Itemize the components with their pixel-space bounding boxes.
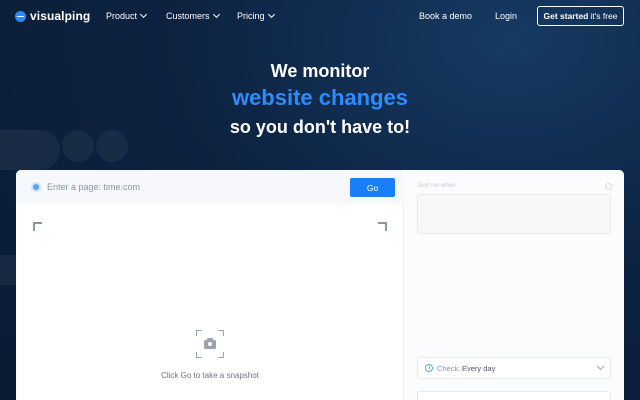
url-input[interactable] xyxy=(47,178,347,196)
frame-corner-icon xyxy=(378,222,387,231)
nav-item-label: Product xyxy=(106,11,138,21)
hero-line-3: so you don't have to! xyxy=(229,117,411,137)
camera-icon xyxy=(196,330,224,358)
logo-text: visualping xyxy=(30,9,91,23)
monitor-card: Go Click Go to take a snapshot Alert me … xyxy=(16,170,624,400)
status-dot-icon xyxy=(33,184,39,190)
get-started-button[interactable]: Get started it's free xyxy=(537,6,624,26)
alert-textarea[interactable] xyxy=(417,194,611,234)
visualping-logo-icon xyxy=(15,10,26,22)
alert-label: Alert me when: xyxy=(417,183,458,189)
settings-field[interactable] xyxy=(417,391,611,400)
go-button[interactable]: Go xyxy=(350,178,395,197)
check-value: Every day xyxy=(462,364,496,373)
hero-line-2: website changes xyxy=(231,85,409,110)
check-frequency-select[interactable]: Check: Every day xyxy=(417,357,611,379)
logo[interactable]: visualping xyxy=(15,9,90,23)
hero-line-1: We monitor xyxy=(270,61,370,81)
snapshot-panel: Go Click Go to take a snapshot xyxy=(16,170,404,400)
info-icon[interactable] xyxy=(605,183,612,190)
chevron-down-icon xyxy=(596,362,605,371)
chevron-down-icon xyxy=(267,10,275,19)
background-shape xyxy=(0,255,16,285)
nav-item-label: Customers xyxy=(166,11,210,21)
clock-icon xyxy=(425,364,433,372)
chevron-down-icon xyxy=(139,10,148,19)
cta-free-label: it's free xyxy=(590,11,618,21)
check-label: Check: xyxy=(437,364,461,373)
top-nav: visualping Product Customers Pricing Boo… xyxy=(0,0,640,32)
nav-item-pricing[interactable]: Pricing xyxy=(237,10,275,21)
login-link[interactable]: Login xyxy=(495,11,517,21)
cta-main-label: Get started xyxy=(543,11,589,21)
url-bar: Go xyxy=(16,170,404,204)
hero: We monitor website changes so you don't … xyxy=(0,60,640,138)
nav-item-label: Pricing xyxy=(237,11,265,21)
frame-corner-icon xyxy=(33,222,42,231)
settings-panel: Alert me when: Check: Every day xyxy=(405,170,624,400)
chevron-down-icon xyxy=(212,10,220,19)
nav-item-customers[interactable]: Customers xyxy=(166,10,220,21)
book-demo-link[interactable]: Book a demo xyxy=(419,11,472,21)
snapshot-hint: Click Go to take a snapshot xyxy=(161,371,259,380)
nav-item-product[interactable]: Product xyxy=(106,10,148,21)
